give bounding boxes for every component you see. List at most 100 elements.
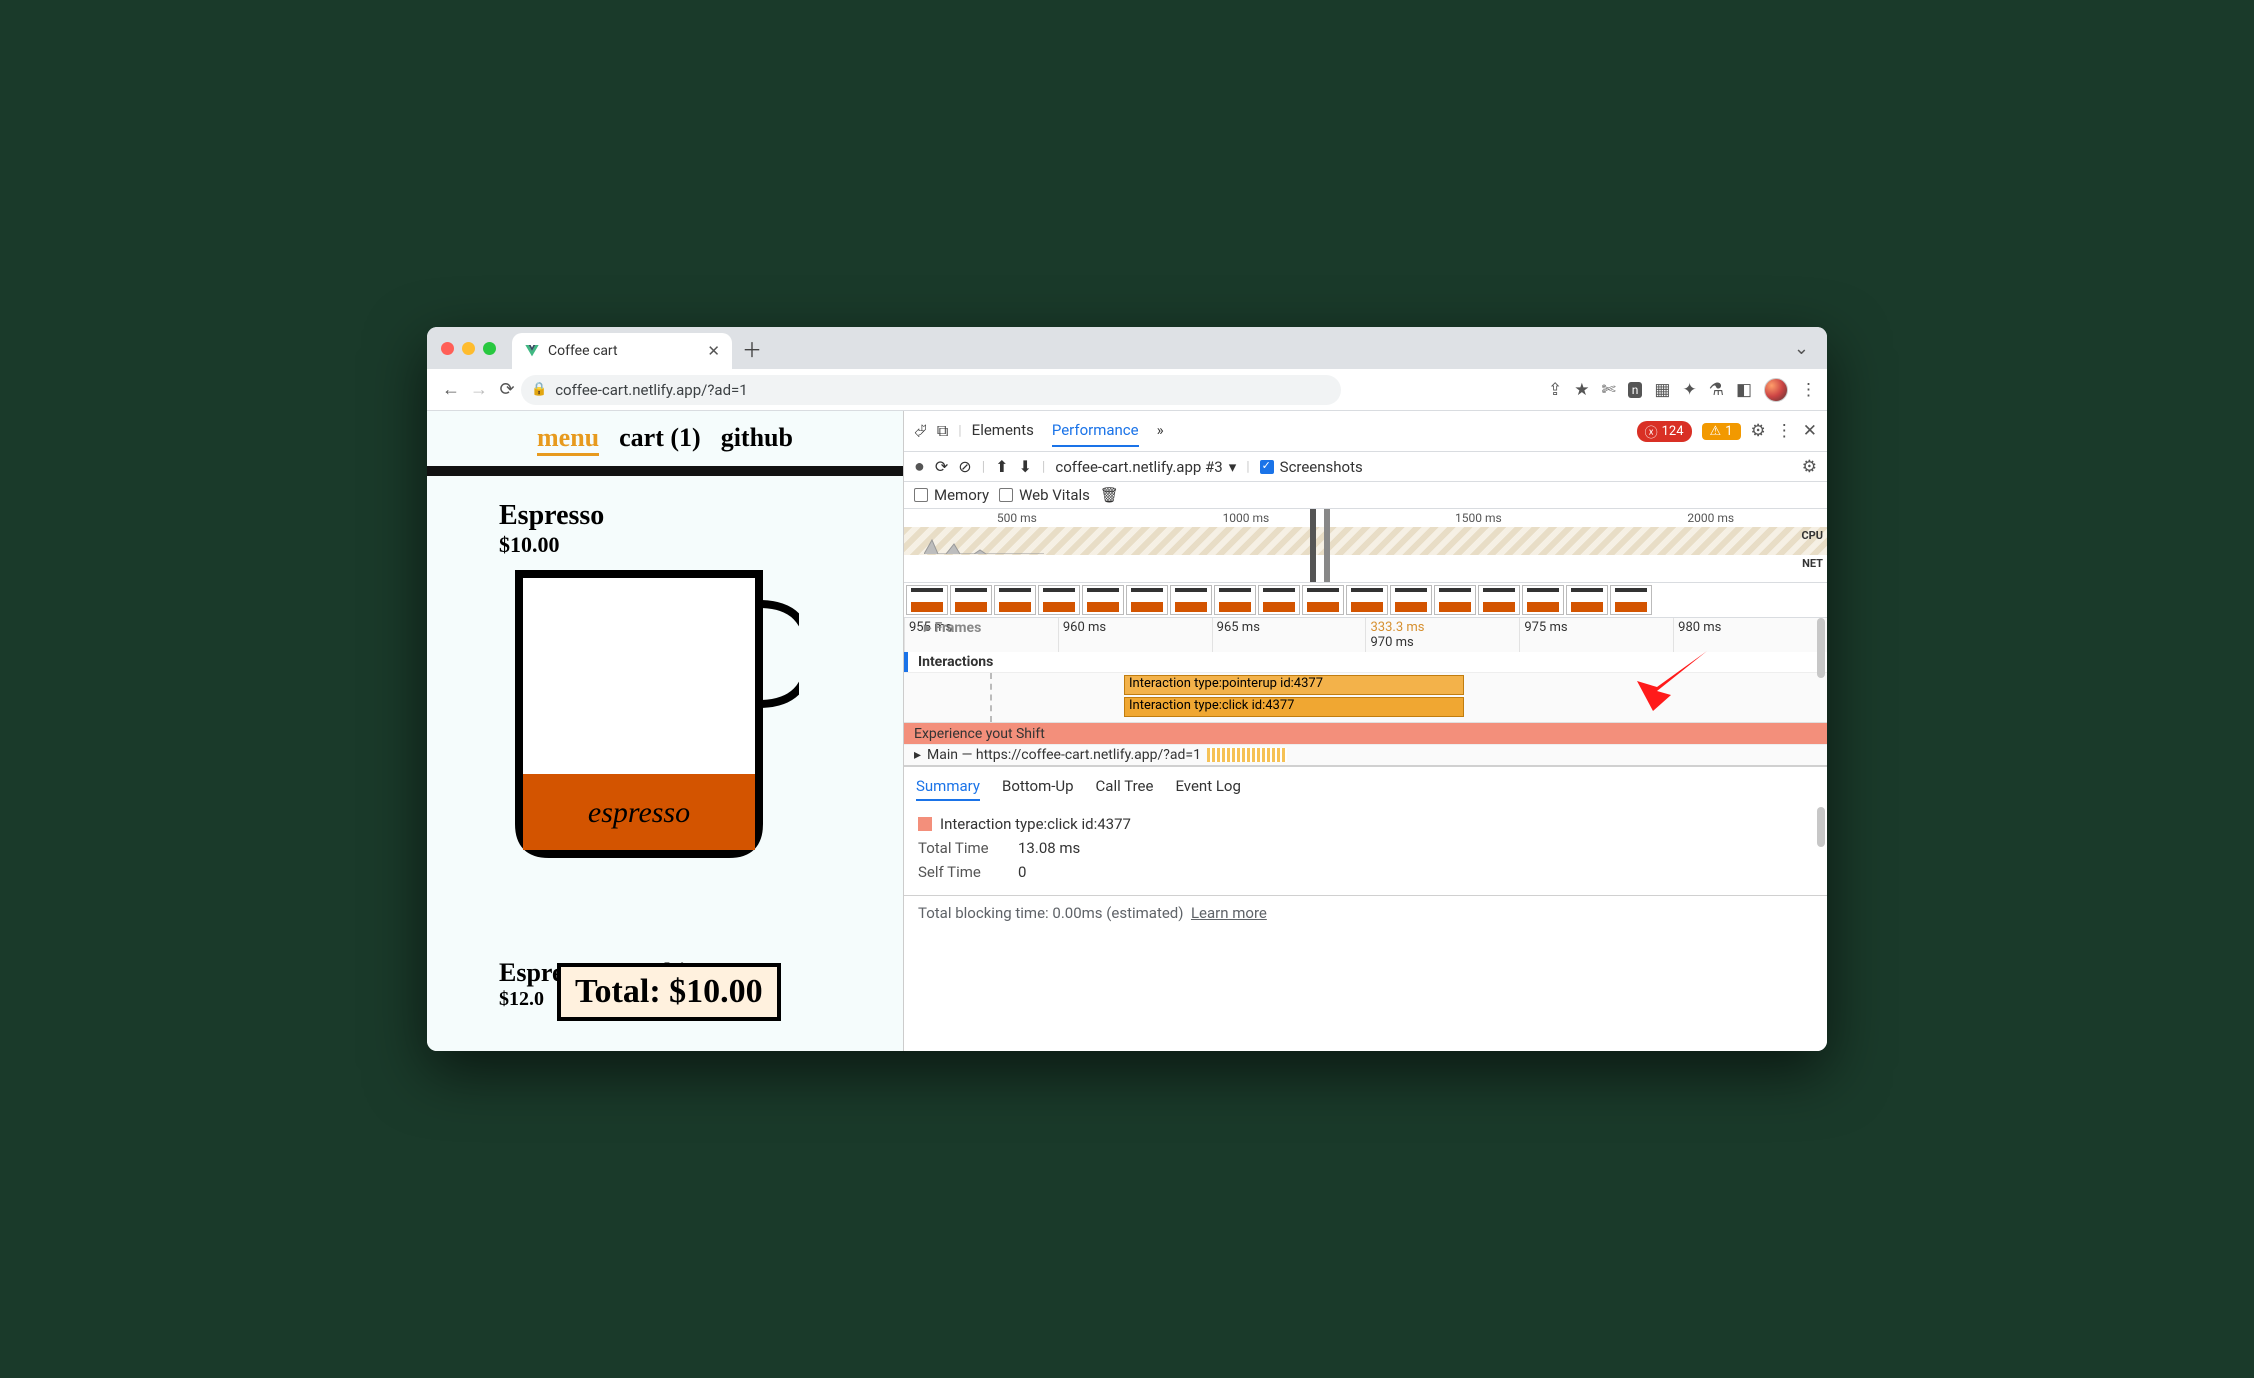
url-input[interactable]: 🔒 coffee-cart.netlify.app/?ad=1 [521, 375, 1341, 405]
cpu-label: CPU [1801, 529, 1823, 542]
details-tabs: Summary Bottom-Up Call Tree Event Log [904, 766, 1827, 801]
scissors-icon[interactable]: ✄ [1601, 380, 1615, 400]
screenshot-thumb[interactable] [1346, 585, 1388, 615]
inspect-element-icon[interactable]: ⮰ [914, 421, 927, 441]
memory-checkbox[interactable]: Memory [914, 486, 989, 504]
screenshot-filmstrip[interactable] [904, 583, 1827, 618]
tab-call-tree[interactable]: Call Tree [1096, 773, 1154, 801]
gc-trash-icon[interactable]: 🗑 [1100, 486, 1119, 504]
summary-title: Interaction type:click id:4377 [940, 815, 1131, 833]
svg-text:espresso: espresso [588, 796, 690, 829]
screenshot-thumb[interactable] [1038, 585, 1080, 615]
reload-record-button[interactable]: ⟳ [935, 457, 948, 476]
tab-close-icon[interactable]: ✕ [707, 342, 720, 360]
tab-elements[interactable]: Elements [972, 415, 1034, 447]
screenshot-thumb[interactable] [1522, 585, 1564, 615]
lock-icon: 🔒 [531, 382, 547, 397]
frames-track-label: Frames [935, 620, 982, 636]
learn-more-link[interactable]: Learn more [1191, 904, 1267, 922]
labs-flask-icon[interactable]: ⚗ [1709, 380, 1724, 400]
reload-button[interactable]: ⟳ [493, 379, 521, 400]
tab-title: Coffee cart [548, 343, 618, 359]
device-toggle-icon[interactable]: ⧉ [937, 421, 948, 441]
net-label: NET [1802, 557, 1823, 570]
screenshot-thumb[interactable] [906, 585, 948, 615]
screenshot-thumb[interactable] [1258, 585, 1300, 615]
tab-event-log[interactable]: Event Log [1175, 773, 1240, 801]
devtools-more-icon[interactable]: ⋮ [1776, 421, 1793, 441]
interaction-bar-pointerup[interactable]: Interaction type:pointerup id:4377 [1124, 675, 1464, 695]
browser-tab[interactable]: Coffee cart ✕ [512, 333, 732, 369]
screenshot-thumb[interactable] [1478, 585, 1520, 615]
tab-more[interactable]: » [1157, 415, 1164, 447]
checkbox-icon [914, 488, 928, 502]
maximize-window-button[interactable] [483, 342, 496, 355]
tabs-dropdown-icon[interactable]: ⌄ [1794, 338, 1809, 359]
cart-total-text: Total: $10.00 [575, 973, 763, 1010]
kebab-menu-icon[interactable]: ⋮ [1800, 380, 1817, 400]
screenshot-thumb[interactable] [1566, 585, 1608, 615]
profile-avatar[interactable] [1764, 378, 1788, 402]
nav-cart[interactable]: cart (1) [619, 423, 701, 456]
clear-button[interactable]: ⊘ [958, 457, 971, 476]
interactions-track[interactable]: Interaction type:pointerup id:4377 Inter… [904, 672, 1827, 722]
close-window-button[interactable] [441, 342, 454, 355]
summary-total-value: 13.08 ms [1018, 839, 1080, 857]
extensions-puzzle-icon[interactable]: ✦ [1682, 380, 1696, 400]
screenshot-thumb[interactable] [950, 585, 992, 615]
warning-count-badge[interactable]: ⚠ 1 [1702, 423, 1741, 440]
sidepanel-icon[interactable]: ◧ [1736, 380, 1752, 400]
devtools-settings-icon[interactable]: ⚙ [1751, 421, 1766, 441]
screenshots-checkbox[interactable]: Screenshots [1260, 458, 1363, 476]
product-price: $10.00 [499, 532, 903, 558]
screenshot-thumb[interactable] [1610, 585, 1652, 615]
experience-track[interactable]: Experience yout Shift [904, 722, 1827, 744]
back-button[interactable]: ← [437, 379, 465, 400]
screenshot-thumb[interactable] [1082, 585, 1124, 615]
record-button[interactable]: ● [914, 456, 925, 477]
tab-bottom-up[interactable]: Bottom-Up [1002, 773, 1074, 801]
nav-menu[interactable]: menu [537, 423, 599, 456]
devtools-top-row: ⮰ ⧉ | Elements Performance » ⓧ 124 ⚠ 1 ⚙… [904, 411, 1827, 452]
devtools-close-icon[interactable]: ✕ [1803, 421, 1817, 441]
screenshot-thumb[interactable] [1390, 585, 1432, 615]
screenshot-thumb[interactable] [994, 585, 1036, 615]
save-profile-icon[interactable]: ⬇ [1019, 457, 1032, 476]
tab-performance[interactable]: Performance [1052, 415, 1139, 447]
scrollbar[interactable] [1817, 618, 1825, 678]
nav-github[interactable]: github [721, 423, 793, 456]
summary-swatch-icon [918, 817, 932, 831]
screenshot-thumb[interactable] [1214, 585, 1256, 615]
load-profile-icon[interactable]: ⬆ [995, 457, 1008, 476]
extension-n-icon[interactable]: n [1628, 382, 1643, 398]
recording-select[interactable]: coffee-cart.netlify.app #3 ▾ [1055, 458, 1236, 476]
share-icon[interactable]: ⇪ [1548, 380, 1562, 400]
error-count-badge[interactable]: ⓧ 124 [1637, 421, 1692, 442]
new-tab-button[interactable]: ＋ [742, 334, 762, 363]
flame-chart[interactable]: ▸ Frames 955 ms 960 ms 965 ms 333.3 ms97… [904, 618, 1827, 766]
tab-summary[interactable]: Summary [916, 773, 980, 801]
perf-settings-icon[interactable]: ⚙ [1802, 457, 1817, 477]
screenshot-thumb[interactable] [1302, 585, 1344, 615]
time-ruler: 955 ms 960 ms 965 ms 333.3 ms970 ms 975 … [904, 618, 1827, 652]
bookmark-star-icon[interactable]: ★ [1574, 380, 1589, 400]
screenshot-thumb[interactable] [1434, 585, 1476, 615]
url-text: coffee-cart.netlify.app/?ad=1 [555, 381, 748, 399]
interaction-bar-click[interactable]: Interaction type:click id:4377 [1124, 697, 1464, 717]
summary-self-key: Self Time [918, 863, 1018, 881]
minimize-window-button[interactable] [462, 342, 475, 355]
perf-options-row: Memory Web Vitals 🗑 [904, 482, 1827, 509]
scrollbar[interactable] [1817, 807, 1825, 847]
forward-button[interactable]: → [465, 379, 493, 400]
product-card-espresso[interactable]: Espresso $10.00 espresso [499, 500, 903, 868]
screenshot-thumb[interactable] [1170, 585, 1212, 615]
overview-marker [1324, 509, 1330, 582]
cart-total[interactable]: Total: $10.00 [557, 963, 781, 1021]
screenshot-thumb[interactable] [1126, 585, 1168, 615]
summary-pane: Interaction type:click id:4377 Total Tim… [904, 801, 1827, 895]
timeline-overview[interactable]: 500 ms 1000 ms 1500 ms 2000 ms CPU NET [904, 509, 1827, 583]
webvitals-checkbox[interactable]: Web Vitals [999, 486, 1090, 504]
extension-grid-icon[interactable]: ▦ [1654, 380, 1670, 400]
main-thread-track[interactable]: ▸ Main — https://coffee-cart.netlify.app… [904, 744, 1827, 765]
checkbox-icon [1260, 460, 1274, 474]
